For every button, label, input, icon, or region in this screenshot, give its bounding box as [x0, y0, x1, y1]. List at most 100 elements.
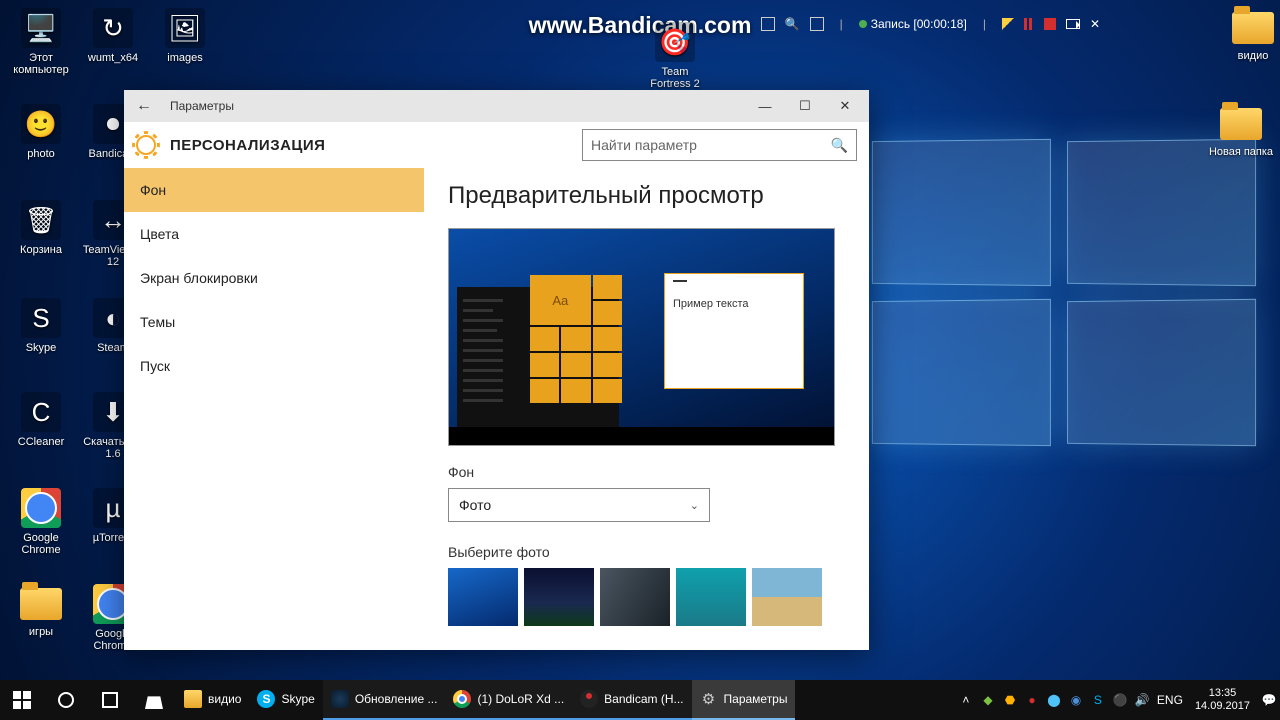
desktop-icon[interactable]: 🙂photo	[6, 104, 76, 160]
sidebar-item[interactable]: Фон	[124, 168, 424, 212]
stop-icon[interactable]	[1044, 18, 1056, 30]
preview-heading: Предварительный просмотр	[448, 182, 845, 210]
tray-language[interactable]: ENG	[1153, 680, 1187, 720]
folder-icon	[184, 690, 202, 708]
app-icon: 🖥️	[21, 8, 61, 48]
folder-icon	[1232, 12, 1274, 44]
desktop-icon[interactable]: SSkype	[6, 298, 76, 354]
desktop-icon-label: CCleaner	[6, 436, 76, 448]
system-tray[interactable]: ˄ ◆ ⬣ ● ⬤ ◉ S ⚫ 🔊 ENG 13:35 14.09.2017 💬	[955, 680, 1280, 720]
folder-icon	[1220, 108, 1262, 140]
settings-header: ПЕРСОНАЛИЗАЦИЯ Найти параметр 🔍	[124, 122, 869, 168]
skype-icon: S	[257, 690, 275, 708]
wallpaper-thumb[interactable]	[448, 568, 518, 626]
wallpaper-thumb[interactable]	[752, 568, 822, 626]
pause-icon[interactable]	[1024, 18, 1034, 30]
wallpaper-windows-logo	[870, 140, 1260, 450]
desktop-icon-label: Team Fortress 2	[640, 66, 710, 90]
desktop-icon-label: Этот компьютер	[6, 52, 76, 76]
search-placeholder: Найти параметр	[591, 137, 697, 153]
back-button[interactable]: ←	[136, 97, 152, 115]
desktop-icon[interactable]: 🗑 Корзина	[6, 200, 76, 256]
desktop-icon[interactable]: Новая папка	[1206, 104, 1276, 158]
settings-content[interactable]: Предварительный просмотр Aa Пример текст…	[424, 168, 869, 650]
desktop-icon-label: images	[150, 52, 220, 64]
tray-notifications-icon[interactable]: 💬	[1258, 680, 1280, 720]
window-titlebar[interactable]: ← Параметры ― ☐ ✕	[124, 90, 869, 122]
desktop[interactable]: www.Bandicam.com 🔍 | Запись [00:00:18] |…	[0, 0, 1280, 720]
desktop-icon[interactable]: видио	[1218, 8, 1280, 62]
sidebar-item[interactable]: Темы	[124, 300, 424, 344]
app-icon: C	[21, 392, 61, 432]
minimize-button[interactable]: ―	[745, 90, 785, 122]
bandicam-fullscreen-icon[interactable]	[761, 17, 775, 31]
settings-sidebar: ФонЦветаЭкран блокировкиТемыПуск	[124, 168, 424, 650]
tray-steam-icon[interactable]: ◉	[1065, 680, 1087, 720]
tray-icon[interactable]: ⬣	[999, 680, 1021, 720]
desktop-icon-label: photo	[6, 148, 76, 160]
settings-icon	[700, 690, 718, 708]
maximize-button[interactable]: ☐	[785, 90, 825, 122]
task-label: Skype	[281, 692, 314, 706]
preview-tile-aa: Aa	[530, 275, 591, 325]
taskbar[interactable]: видио S Skype Обновление ... (1) DoLoR Xd ..…	[0, 680, 1280, 720]
background-select[interactable]: Фото ⌄	[448, 488, 710, 522]
app-icon: ↻	[93, 8, 133, 48]
pencil-icon[interactable]	[1002, 18, 1014, 30]
store-icon[interactable]	[132, 680, 176, 720]
camera-icon[interactable]	[1066, 19, 1080, 29]
tray-icon[interactable]: ◆	[977, 680, 999, 720]
task-label: видио	[208, 692, 241, 706]
sidebar-item[interactable]: Экран блокировки	[124, 256, 424, 300]
desktop-icon-label: Google Chrome	[6, 532, 76, 556]
desktop-icon-label: Корзина	[6, 244, 76, 256]
search-input[interactable]: Найти параметр 🔍	[582, 129, 857, 161]
tray-network-icon[interactable]: ⚫	[1109, 680, 1131, 720]
app-icon: S	[21, 298, 61, 338]
chevron-down-icon: ⌄	[690, 499, 699, 512]
wallpaper-thumb[interactable]	[676, 568, 746, 626]
desktop-icon[interactable]: 🖥️ Этот компьютер	[6, 8, 76, 76]
tray-skype-icon[interactable]: S	[1087, 680, 1109, 720]
task-label: (1) DoLoR Xd ...	[477, 692, 564, 706]
app-icon: 🎯	[655, 22, 695, 62]
folder-icon	[20, 588, 62, 620]
cortana-search-icon[interactable]	[44, 680, 88, 720]
tray-bandicam-icon[interactable]: ●	[1021, 680, 1043, 720]
tray-icon[interactable]: ⬤	[1043, 680, 1065, 720]
gear-icon	[136, 135, 156, 155]
close-button[interactable]: ✕	[825, 90, 865, 122]
tray-chevron-up-icon[interactable]: ˄	[955, 680, 977, 720]
desktop-icon-label: wumt_x64	[78, 52, 148, 64]
desktop-icon[interactable]: 🖼images	[150, 8, 220, 64]
app-icon: 🗑	[21, 200, 61, 240]
bandicam-close-icon[interactable]: ✕	[1090, 17, 1100, 31]
desktop-icon[interactable]: C CCleaner	[6, 392, 76, 448]
section-title: ПЕРСОНАЛИЗАЦИЯ	[170, 137, 325, 154]
desktop-icon[interactable]: игры	[6, 584, 76, 638]
taskbar-task[interactable]: Bandicam (H...	[572, 680, 691, 720]
taskbar-task[interactable]: видио	[176, 680, 249, 720]
sidebar-item[interactable]: Пуск	[124, 344, 424, 388]
choose-photo-label: Выберите фото	[448, 544, 845, 560]
bandicam-status: Запись [00:00:18]	[859, 17, 967, 31]
desktop-icon[interactable]: Google Chrome	[6, 488, 76, 556]
bandicam-toolbar[interactable]: 🔍 | Запись [00:00:18] | ✕	[761, 14, 1100, 34]
taskbar-task[interactable]: Параметры	[692, 680, 796, 720]
taskbar-task[interactable]: (1) DoLoR Xd ...	[445, 680, 572, 720]
wallpaper-thumb[interactable]	[524, 568, 594, 626]
taskbar-task[interactable]: Обновление ...	[323, 680, 446, 720]
tray-volume-icon[interactable]: 🔊	[1131, 680, 1153, 720]
wallpaper-thumb[interactable]	[600, 568, 670, 626]
tray-clock[interactable]: 13:35 14.09.2017	[1187, 687, 1258, 713]
start-button[interactable]	[0, 680, 44, 720]
sidebar-item[interactable]: Цвета	[124, 212, 424, 256]
desktop-icon[interactable]: 🎯 Team Fortress 2	[640, 22, 710, 90]
bandicam-region-icon[interactable]	[810, 17, 824, 31]
steam-icon	[331, 690, 349, 708]
task-view-icon[interactable]	[88, 680, 132, 720]
taskbar-task[interactable]: S Skype	[249, 680, 322, 720]
chrome-icon	[21, 488, 61, 528]
desktop-icon[interactable]: ↻ wumt_x64	[78, 8, 148, 64]
bandicam-magnify-icon[interactable]: 🔍	[785, 17, 800, 31]
